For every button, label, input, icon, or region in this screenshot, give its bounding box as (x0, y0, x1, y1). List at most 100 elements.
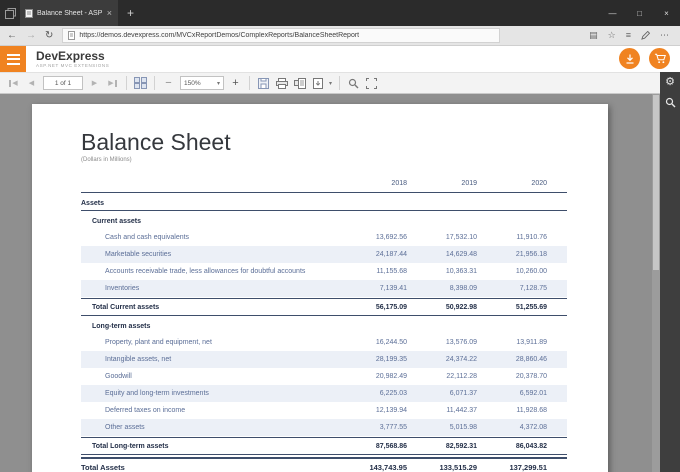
year-header: 2018 (337, 180, 407, 187)
new-tab-button[interactable]: + (127, 7, 134, 19)
report-row: Total Long-term assets87,568.8682,592.31… (81, 437, 567, 455)
row-value: 86,043.82 (477, 443, 547, 450)
row-value: 24,187.44 (337, 251, 407, 258)
address-bar-actions: ▤ ☆ ≡ ⋯ (589, 31, 673, 40)
row-label: Goodwill (81, 373, 337, 380)
row-label: Marketable securities (81, 251, 337, 258)
screen: { "browser": { "tab_title": "Balance She… (0, 0, 680, 472)
page-indicator-input[interactable]: 1 of 1 (43, 76, 83, 90)
year-header: 2019 (407, 180, 477, 187)
row-label: Property, plant and equipment, net (81, 339, 337, 346)
download-button[interactable] (619, 48, 640, 69)
gear-icon[interactable]: ⚙ (665, 77, 675, 88)
row-value: 13,692.56 (337, 234, 407, 241)
report-row: Equity and long-term investments6,225.03… (81, 385, 567, 402)
tabs-aside-icon[interactable] (0, 0, 20, 26)
download-icon (625, 54, 635, 64)
row-value: 11,910.76 (477, 234, 547, 241)
row-value: 6,071.37 (407, 390, 477, 397)
devexpress-logo[interactable]: DevExpress ASP.NET MVC EXTENSIONS (36, 50, 109, 68)
search-icon (348, 78, 359, 89)
demo-options-rail: ⚙ (660, 72, 680, 472)
toolbar-separator (126, 76, 127, 90)
row-value: 7,139.41 (337, 285, 407, 292)
row-value: 17,532.10 (407, 234, 477, 241)
next-page-button[interactable]: ▶ (88, 75, 101, 91)
more-icon[interactable]: ⋯ (660, 31, 669, 40)
report-row: Assets (81, 196, 567, 211)
close-button[interactable]: × (653, 0, 680, 26)
row-label: Other assets (81, 424, 337, 431)
vertical-scrollbar[interactable] (652, 94, 660, 472)
zoom-out-button[interactable]: − (162, 75, 175, 91)
previous-page-button[interactable]: ◀ (25, 75, 38, 91)
site-header: DevExpress ASP.NET MVC EXTENSIONS (0, 46, 680, 72)
cart-button[interactable] (649, 48, 670, 69)
last-page-button[interactable]: ▶ (106, 75, 119, 91)
maximize-button[interactable]: □ (626, 0, 653, 26)
report-page: Balance Sheet (Dollars in Millions) 2018… (32, 104, 608, 472)
row-value: 28,199.35 (337, 356, 407, 363)
url-field[interactable]: https://demos.devexpress.com/MVCxReportD… (62, 28, 500, 43)
page-doc-icon (68, 31, 75, 40)
report-viewer-content: Balance Sheet (Dollars in Millions) 2018… (0, 94, 680, 472)
row-value: 11,928.68 (477, 407, 547, 414)
brand-name: DevExpress (36, 50, 109, 62)
fullscreen-icon (366, 78, 377, 89)
row-value: 20,378.70 (477, 373, 547, 380)
tab-close-icon[interactable]: × (106, 9, 113, 18)
row-value: 51,255.69 (477, 304, 547, 311)
hub-icon[interactable]: ≡ (626, 31, 631, 40)
report-table-header: 2018 2019 2020 (81, 175, 567, 193)
print-page-button[interactable] (293, 75, 306, 91)
row-value: 21,956.18 (477, 251, 547, 258)
zoom-in-button[interactable]: + (229, 75, 242, 91)
web-notes-icon[interactable] (641, 31, 650, 40)
scrollbar-thumb[interactable] (653, 95, 659, 270)
report-row: Current assets (81, 213, 567, 229)
export-menu-caret-icon[interactable]: ▾ (329, 80, 332, 87)
minimize-button[interactable]: — (599, 0, 626, 26)
browser-tab[interactable]: Balance Sheet - ASP.NE × (20, 0, 118, 26)
hamburger-menu-button[interactable] (0, 46, 26, 72)
zoom-select[interactable]: 150% ▾ (180, 76, 224, 90)
report-row: Accounts receivable trade, less allowanc… (81, 263, 567, 280)
reading-view-icon[interactable]: ▤ (589, 31, 598, 40)
toolbar-separator (249, 76, 250, 90)
row-value: 143,743.95 (337, 463, 407, 472)
back-icon[interactable]: ← (7, 31, 17, 41)
first-page-button[interactable]: ◀ (7, 75, 20, 91)
forward-icon[interactable]: → (26, 31, 36, 41)
report-row: Deferred taxes on income12,139.9411,442.… (81, 402, 567, 419)
row-value: 11,155.68 (337, 268, 407, 275)
search-button[interactable] (347, 75, 360, 91)
row-label: Cash and cash equivalents (81, 234, 337, 241)
row-label: Total Long-term assets (81, 443, 337, 450)
tab-favicon-icon (25, 9, 33, 18)
row-value: 13,911.89 (477, 339, 547, 346)
tab-title: Balance Sheet - ASP.NE (37, 10, 102, 17)
report-row: Long-term assets (81, 318, 567, 334)
report-table: 2018 2019 2020 Assets Current assets Cash … (81, 175, 567, 472)
report-row: Cash and cash equivalents13,692.5617,532… (81, 229, 567, 246)
row-value: 16,244.50 (337, 339, 407, 346)
row-label: Inventories (81, 285, 337, 292)
export-button[interactable] (311, 75, 324, 91)
row-value: 12,139.94 (337, 407, 407, 414)
brand-tagline: ASP.NET MVC EXTENSIONS (36, 64, 109, 69)
row-label: Current assets (81, 218, 337, 225)
multipage-view-button[interactable] (134, 75, 147, 91)
row-value: 11,442.37 (407, 407, 477, 414)
rail-search-icon[interactable] (665, 97, 676, 108)
refresh-icon[interactable]: ↻ (45, 31, 53, 41)
save-button[interactable] (257, 75, 270, 91)
report-subtitle: (Dollars in Millions) (81, 157, 567, 163)
row-label: Intangible assets, net (81, 356, 337, 363)
favorites-star-icon[interactable]: ☆ (608, 31, 616, 40)
report-row: Goodwill20,982.4922,112.2820,378.70 (81, 368, 567, 385)
zoom-value: 150% (184, 80, 201, 87)
row-value: 22,112.28 (407, 373, 477, 380)
fullscreen-button[interactable] (365, 75, 378, 91)
print-button[interactable] (275, 75, 288, 91)
row-value: 10,363.31 (407, 268, 477, 275)
